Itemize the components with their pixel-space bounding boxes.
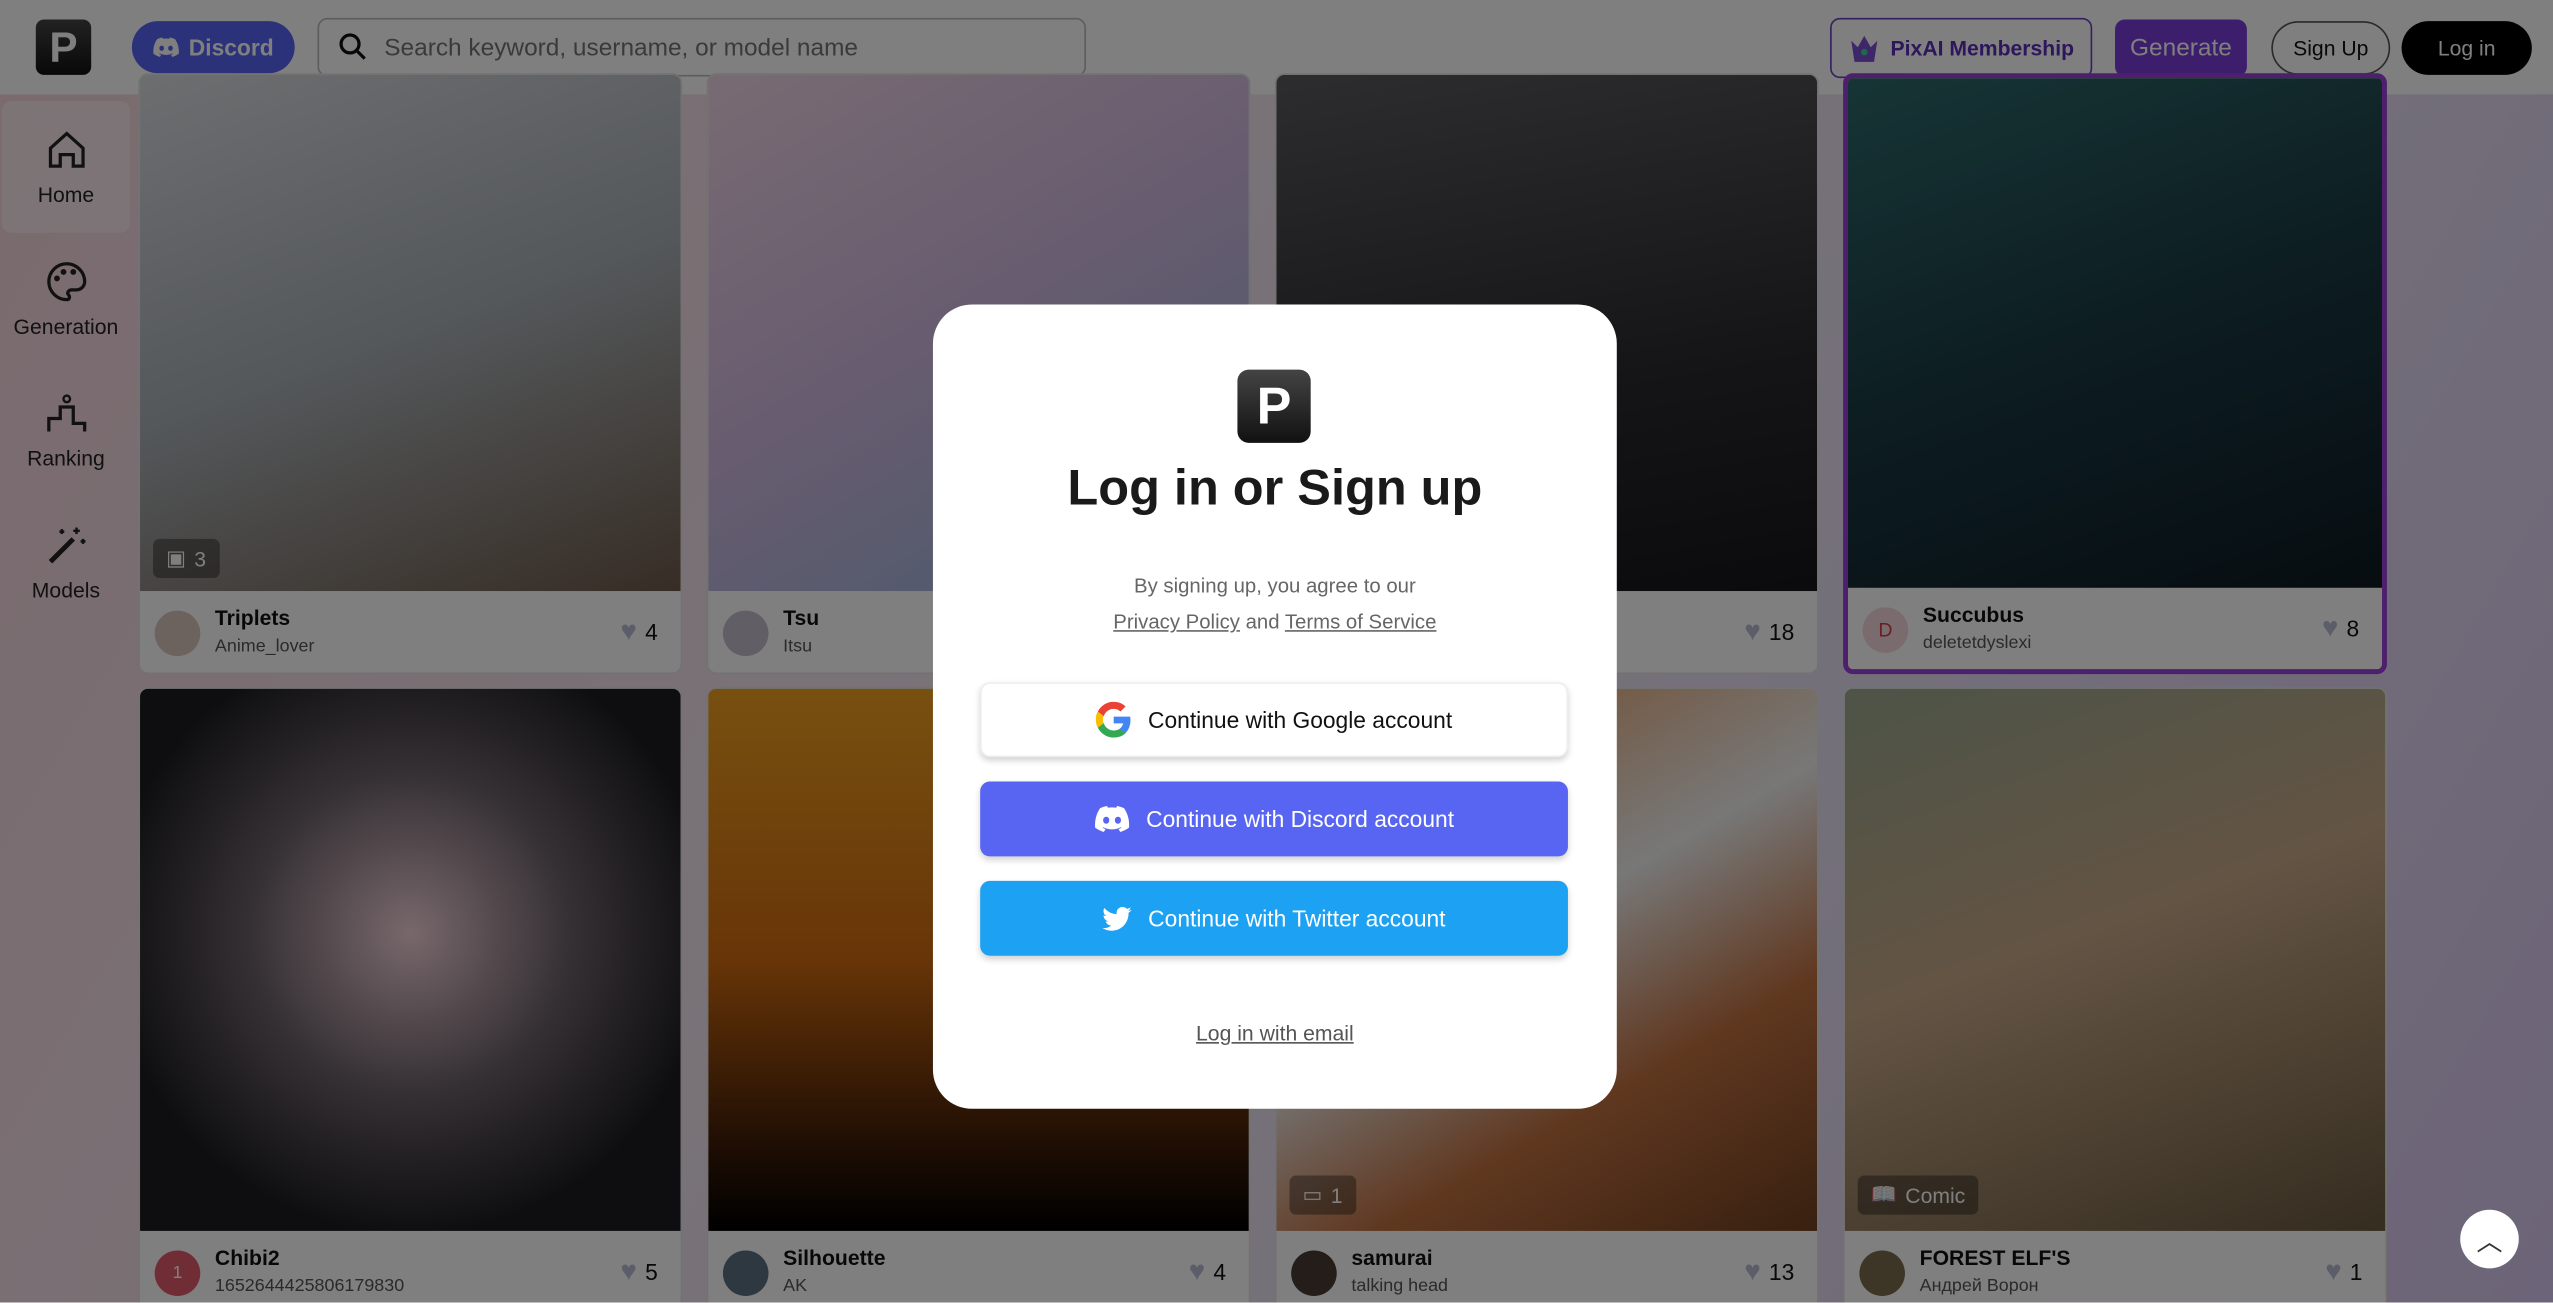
pixai-logo: P: [1237, 369, 1311, 443]
terms-and: and: [1245, 610, 1280, 634]
terms-of-service-link[interactable]: Terms of Service: [1285, 611, 1437, 634]
google-login-button[interactable]: Continue with Google account: [980, 682, 1568, 758]
terms-prefix: By signing up, you agree to our: [1134, 574, 1416, 598]
terms-text: By signing up, you agree to our Privacy …: [933, 568, 1617, 640]
google-label: Continue with Google account: [1148, 706, 1453, 733]
google-icon: [1095, 701, 1131, 738]
twitter-icon: [1102, 906, 1132, 930]
login-modal: P Log in or Sign up By signing up, you a…: [932, 304, 1617, 1109]
twitter-label: Continue with Twitter account: [1148, 905, 1446, 932]
discord-icon: [1094, 805, 1130, 833]
privacy-policy-link[interactable]: Privacy Policy: [1113, 611, 1240, 634]
chevron-up-icon: ︿: [2476, 1229, 2503, 1257]
discord-label: Continue with Discord account: [1146, 805, 1455, 833]
email-login-link[interactable]: Log in with email: [933, 1021, 1617, 1045]
discord-login-button[interactable]: Continue with Discord account: [980, 781, 1568, 857]
modal-title: Log in or Sign up: [1067, 459, 1483, 517]
scroll-to-top-button[interactable]: ︿: [2460, 1209, 2519, 1269]
twitter-login-button[interactable]: Continue with Twitter account: [980, 880, 1568, 956]
